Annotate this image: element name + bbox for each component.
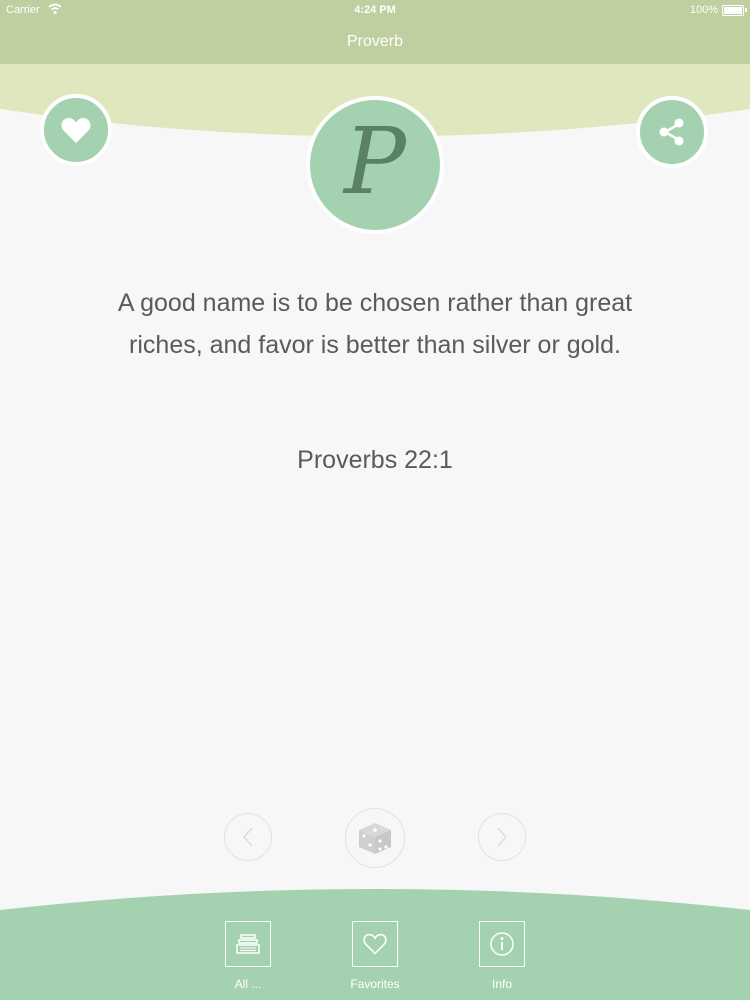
status-bar: Carrier 4:24 PM 100% bbox=[0, 0, 750, 20]
heart-icon bbox=[61, 118, 91, 143]
random-button[interactable] bbox=[345, 808, 405, 868]
list-icon bbox=[236, 934, 260, 954]
favorite-button[interactable] bbox=[40, 94, 112, 166]
tab-favorites-label: Favorites bbox=[350, 977, 400, 991]
chevron-right-icon bbox=[497, 827, 508, 847]
share-icon bbox=[659, 118, 684, 146]
proverb-reference: Proverbs 22:1 bbox=[297, 446, 453, 474]
next-button[interactable] bbox=[478, 813, 526, 861]
tab-all-box bbox=[225, 921, 271, 967]
tab-info[interactable]: Info bbox=[454, 921, 550, 991]
tab-info-label: Info bbox=[491, 977, 512, 991]
tab-all[interactable]: All ... bbox=[200, 921, 296, 991]
previous-button[interactable] bbox=[224, 813, 272, 861]
page-title: Proverb bbox=[346, 33, 404, 50]
chevron-left-icon bbox=[242, 827, 253, 847]
battery-icon bbox=[722, 5, 747, 16]
share-button[interactable] bbox=[636, 96, 708, 168]
navigation-bar: Proverb bbox=[0, 20, 750, 64]
heart-icon bbox=[363, 933, 387, 955]
clock: 4:24 PM bbox=[354, 4, 396, 16]
logo-letter: P bbox=[344, 108, 406, 215]
app-logo: P bbox=[306, 96, 444, 234]
tab-favorites[interactable]: Favorites bbox=[327, 921, 423, 991]
tab-info-box bbox=[479, 921, 525, 967]
battery-percentage: 100% bbox=[689, 4, 718, 16]
tab-all-label: All ... bbox=[234, 977, 262, 991]
tab-favorites-box bbox=[352, 921, 398, 967]
dice-icon bbox=[359, 823, 391, 854]
info-icon bbox=[490, 932, 514, 956]
proverb-text: A good name is to be chosen rather than … bbox=[117, 289, 633, 359]
